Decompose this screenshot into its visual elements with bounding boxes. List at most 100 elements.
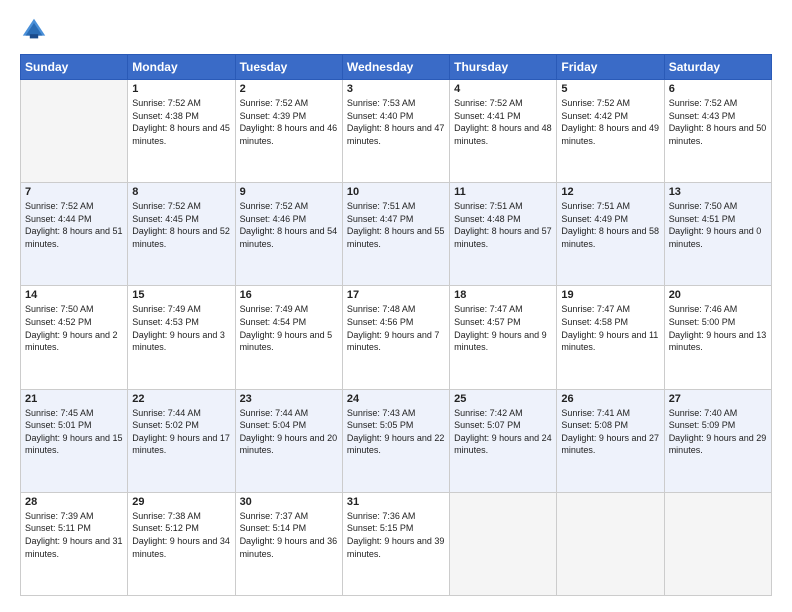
calendar-cell [21,80,128,183]
day-number: 4 [454,83,552,95]
day-info: Sunrise: 7:49 AMSunset: 4:53 PMDaylight:… [132,304,225,352]
calendar-cell: 19 Sunrise: 7:47 AMSunset: 4:58 PMDaylig… [557,286,664,389]
day-number: 30 [240,496,338,508]
calendar-cell: 23 Sunrise: 7:44 AMSunset: 5:04 PMDaylig… [235,389,342,492]
header [20,16,772,44]
calendar-cell: 18 Sunrise: 7:47 AMSunset: 4:57 PMDaylig… [450,286,557,389]
calendar-cell: 9 Sunrise: 7:52 AMSunset: 4:46 PMDayligh… [235,183,342,286]
calendar-cell: 24 Sunrise: 7:43 AMSunset: 5:05 PMDaylig… [342,389,449,492]
calendar-cell [557,492,664,595]
day-info: Sunrise: 7:52 AMSunset: 4:41 PMDaylight:… [454,98,552,146]
calendar-cell [450,492,557,595]
weekday-header: Tuesday [235,55,342,80]
day-info: Sunrise: 7:36 AMSunset: 5:15 PMDaylight:… [347,511,445,559]
day-info: Sunrise: 7:52 AMSunset: 4:39 PMDaylight:… [240,98,338,146]
calendar-cell: 28 Sunrise: 7:39 AMSunset: 5:11 PMDaylig… [21,492,128,595]
day-number: 20 [669,289,767,301]
day-info: Sunrise: 7:38 AMSunset: 5:12 PMDaylight:… [132,511,230,559]
day-info: Sunrise: 7:51 AMSunset: 4:49 PMDaylight:… [561,201,659,249]
day-info: Sunrise: 7:45 AMSunset: 5:01 PMDaylight:… [25,408,123,456]
day-info: Sunrise: 7:51 AMSunset: 4:48 PMDaylight:… [454,201,552,249]
day-info: Sunrise: 7:52 AMSunset: 4:45 PMDaylight:… [132,201,230,249]
calendar-header-row: SundayMondayTuesdayWednesdayThursdayFrid… [21,55,772,80]
day-info: Sunrise: 7:40 AMSunset: 5:09 PMDaylight:… [669,408,767,456]
day-number: 31 [347,496,445,508]
day-info: Sunrise: 7:44 AMSunset: 5:02 PMDaylight:… [132,408,230,456]
day-number: 24 [347,393,445,405]
day-number: 28 [25,496,123,508]
weekday-header: Thursday [450,55,557,80]
day-number: 1 [132,83,230,95]
day-number: 16 [240,289,338,301]
day-info: Sunrise: 7:52 AMSunset: 4:46 PMDaylight:… [240,201,338,249]
day-number: 15 [132,289,230,301]
calendar-cell: 1 Sunrise: 7:52 AMSunset: 4:38 PMDayligh… [128,80,235,183]
calendar-cell: 29 Sunrise: 7:38 AMSunset: 5:12 PMDaylig… [128,492,235,595]
calendar-table: SundayMondayTuesdayWednesdayThursdayFrid… [20,54,772,596]
calendar-cell: 26 Sunrise: 7:41 AMSunset: 5:08 PMDaylig… [557,389,664,492]
day-number: 26 [561,393,659,405]
weekday-header: Monday [128,55,235,80]
logo-icon [20,16,48,44]
day-number: 6 [669,83,767,95]
day-info: Sunrise: 7:50 AMSunset: 4:52 PMDaylight:… [25,304,118,352]
weekday-header: Wednesday [342,55,449,80]
logo [20,16,52,44]
day-number: 13 [669,186,767,198]
calendar-cell: 11 Sunrise: 7:51 AMSunset: 4:48 PMDaylig… [450,183,557,286]
day-number: 19 [561,289,659,301]
day-info: Sunrise: 7:47 AMSunset: 4:57 PMDaylight:… [454,304,547,352]
day-number: 11 [454,186,552,198]
calendar-cell: 10 Sunrise: 7:51 AMSunset: 4:47 PMDaylig… [342,183,449,286]
day-info: Sunrise: 7:42 AMSunset: 5:07 PMDaylight:… [454,408,552,456]
day-info: Sunrise: 7:47 AMSunset: 4:58 PMDaylight:… [561,304,658,352]
day-info: Sunrise: 7:39 AMSunset: 5:11 PMDaylight:… [25,511,123,559]
calendar-cell: 30 Sunrise: 7:37 AMSunset: 5:14 PMDaylig… [235,492,342,595]
calendar-cell: 17 Sunrise: 7:48 AMSunset: 4:56 PMDaylig… [342,286,449,389]
day-number: 9 [240,186,338,198]
calendar-cell: 12 Sunrise: 7:51 AMSunset: 4:49 PMDaylig… [557,183,664,286]
day-number: 10 [347,186,445,198]
calendar-cell [664,492,771,595]
day-number: 29 [132,496,230,508]
calendar-cell: 31 Sunrise: 7:36 AMSunset: 5:15 PMDaylig… [342,492,449,595]
day-info: Sunrise: 7:52 AMSunset: 4:38 PMDaylight:… [132,98,230,146]
day-number: 22 [132,393,230,405]
day-info: Sunrise: 7:44 AMSunset: 5:04 PMDaylight:… [240,408,338,456]
day-number: 18 [454,289,552,301]
page: SundayMondayTuesdayWednesdayThursdayFrid… [0,0,792,612]
day-number: 27 [669,393,767,405]
calendar-cell: 2 Sunrise: 7:52 AMSunset: 4:39 PMDayligh… [235,80,342,183]
day-number: 17 [347,289,445,301]
day-info: Sunrise: 7:37 AMSunset: 5:14 PMDaylight:… [240,511,338,559]
calendar-cell: 14 Sunrise: 7:50 AMSunset: 4:52 PMDaylig… [21,286,128,389]
calendar-cell: 3 Sunrise: 7:53 AMSunset: 4:40 PMDayligh… [342,80,449,183]
day-number: 3 [347,83,445,95]
day-number: 7 [25,186,123,198]
calendar-cell: 27 Sunrise: 7:40 AMSunset: 5:09 PMDaylig… [664,389,771,492]
day-info: Sunrise: 7:46 AMSunset: 5:00 PMDaylight:… [669,304,767,352]
day-info: Sunrise: 7:48 AMSunset: 4:56 PMDaylight:… [347,304,440,352]
day-number: 14 [25,289,123,301]
day-number: 25 [454,393,552,405]
calendar-cell: 22 Sunrise: 7:44 AMSunset: 5:02 PMDaylig… [128,389,235,492]
day-info: Sunrise: 7:53 AMSunset: 4:40 PMDaylight:… [347,98,445,146]
calendar-week-row: 28 Sunrise: 7:39 AMSunset: 5:11 PMDaylig… [21,492,772,595]
day-info: Sunrise: 7:43 AMSunset: 5:05 PMDaylight:… [347,408,445,456]
calendar-cell: 8 Sunrise: 7:52 AMSunset: 4:45 PMDayligh… [128,183,235,286]
weekday-header: Saturday [664,55,771,80]
day-number: 8 [132,186,230,198]
day-number: 2 [240,83,338,95]
day-info: Sunrise: 7:50 AMSunset: 4:51 PMDaylight:… [669,201,762,249]
calendar-cell: 5 Sunrise: 7:52 AMSunset: 4:42 PMDayligh… [557,80,664,183]
calendar-cell: 7 Sunrise: 7:52 AMSunset: 4:44 PMDayligh… [21,183,128,286]
day-info: Sunrise: 7:49 AMSunset: 4:54 PMDaylight:… [240,304,333,352]
weekday-header: Friday [557,55,664,80]
calendar-week-row: 14 Sunrise: 7:50 AMSunset: 4:52 PMDaylig… [21,286,772,389]
calendar-cell: 4 Sunrise: 7:52 AMSunset: 4:41 PMDayligh… [450,80,557,183]
calendar-week-row: 7 Sunrise: 7:52 AMSunset: 4:44 PMDayligh… [21,183,772,286]
day-number: 5 [561,83,659,95]
calendar-cell: 6 Sunrise: 7:52 AMSunset: 4:43 PMDayligh… [664,80,771,183]
day-info: Sunrise: 7:52 AMSunset: 4:42 PMDaylight:… [561,98,659,146]
calendar-cell: 15 Sunrise: 7:49 AMSunset: 4:53 PMDaylig… [128,286,235,389]
